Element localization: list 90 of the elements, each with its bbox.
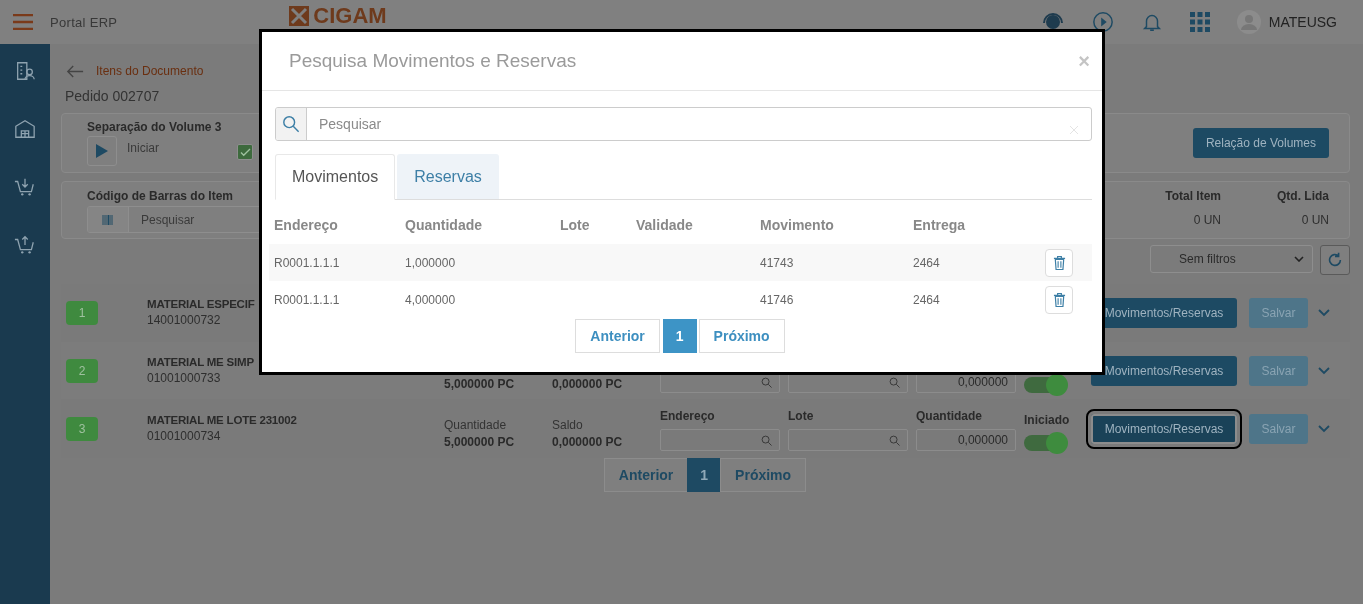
menu-icon[interactable] (13, 14, 33, 30)
table-cell: R0001.1.1.1 (274, 255, 340, 270)
checkbox[interactable] (237, 144, 253, 160)
column-header: Validade (636, 217, 694, 233)
next-button[interactable]: Próximo (698, 319, 785, 353)
item-number: 3 (66, 416, 98, 441)
table-cell: 41746 (760, 292, 794, 307)
save-button[interactable]: Salvar (1249, 355, 1308, 386)
search-icon[interactable] (761, 434, 772, 446)
field-label: Lote (788, 409, 815, 423)
table-cell: 2464 (913, 292, 940, 307)
logo-text: CIGAM (313, 5, 387, 27)
column-header: Lote (560, 217, 591, 233)
total-label: Qtd. Lida (1277, 189, 1329, 203)
tab[interactable]: Movimentos (275, 154, 396, 200)
table-cell: 41743 (760, 255, 794, 270)
delete-button[interactable] (1045, 248, 1073, 277)
table-cell: 4,000000 (405, 292, 456, 307)
barcode-icon[interactable] (102, 214, 114, 225)
apps-grid-icon[interactable] (1189, 12, 1210, 32)
barcode-label: Código de Barras do Item (87, 189, 235, 203)
volumes-button[interactable]: Relação de Volumes (1192, 128, 1329, 158)
delete-button[interactable] (1045, 285, 1073, 314)
quantity-value: 5,000000 PC (444, 435, 515, 449)
table-cell: 2464 (913, 255, 940, 270)
back-arrow-icon[interactable] (66, 64, 84, 78)
chevron-down-icon[interactable] (1318, 424, 1330, 433)
field-label: Quantidade (916, 409, 983, 423)
save-button[interactable]: Salvar (1249, 413, 1308, 444)
breadcrumb-link[interactable]: Itens do Documento (96, 64, 204, 78)
item-code: 01001000734 (147, 429, 221, 443)
total-value: 0 UN (1193, 213, 1221, 227)
total-value: 0 UN (1301, 213, 1329, 227)
trash-icon (1052, 254, 1066, 271)
trash-icon (1052, 291, 1066, 308)
item-name: MATERIAL ME LOTE 231002 (147, 414, 297, 426)
item-number: 2 (66, 358, 98, 383)
order-title: Pedido 002707 (65, 88, 161, 104)
search-icon[interactable] (761, 376, 772, 388)
tab[interactable]: Reservas (397, 154, 499, 199)
quantity-value: 5,000000 PC (444, 377, 515, 391)
lookup-field[interactable] (660, 429, 780, 451)
refresh-icon (1326, 251, 1344, 269)
search-icon[interactable] (889, 376, 900, 388)
chevron-down-icon[interactable] (1318, 308, 1330, 317)
movements-button[interactable]: Movimentos/Reservas (1091, 355, 1237, 386)
item-name: MATERIAL ESPECIF (147, 298, 255, 310)
user-name[interactable]: MATEUSG (1268, 14, 1337, 30)
start-label: Iniciar (127, 141, 159, 155)
item-name: MATERIAL ME SIMP (147, 356, 254, 368)
dialog-title: Pesquisa Movimentos e Reservas (289, 50, 577, 72)
next-button[interactable]: Próximo (720, 458, 807, 492)
chevron-down-icon[interactable] (1318, 366, 1330, 375)
column-header: Movimento (760, 217, 835, 233)
search-icon[interactable] (889, 434, 900, 446)
page-button[interactable]: 1 (662, 319, 697, 353)
balance-value: 0,000000 PC (552, 435, 623, 449)
volume-title: Separação do Volume 3 (87, 120, 223, 134)
lookup-field[interactable] (788, 429, 908, 451)
previous-button[interactable]: Anterior (603, 458, 689, 492)
item-number: 1 (66, 300, 98, 325)
status-label: Iniciado (1024, 413, 1070, 427)
table-cell: 1,000000 (405, 255, 456, 270)
item-code: 01001000733 (147, 371, 221, 385)
table-cell: R0001.1.1.1 (274, 292, 340, 307)
previous-button[interactable]: Anterior (575, 319, 660, 353)
play-circle-icon[interactable] (1091, 11, 1114, 33)
save-button[interactable]: Salvar (1249, 297, 1308, 328)
item-code: 14001000732 (147, 313, 221, 327)
building-icon[interactable] (14, 60, 36, 82)
total-label: Total Item (1165, 189, 1221, 203)
column-header: Quantidade (405, 217, 483, 233)
column-header: Entrega (913, 217, 967, 233)
warehouse-icon[interactable] (14, 118, 36, 140)
balance-label: Saldo (552, 418, 583, 432)
app-title: Portal ERP (50, 14, 118, 30)
play-icon (96, 144, 108, 158)
play-button[interactable] (87, 136, 117, 166)
filter-dropdown[interactable]: Sem filtros (1150, 245, 1313, 273)
check-icon (239, 147, 251, 157)
page-button[interactable]: 1 (687, 458, 722, 492)
cart-up-icon[interactable] (14, 234, 36, 256)
quantity-field[interactable]: 0,000000 (916, 429, 1016, 451)
logo-icon (289, 6, 310, 26)
quantity-label: Quantidade (444, 418, 507, 432)
refresh-button[interactable] (1320, 245, 1350, 275)
cart-down-icon[interactable] (14, 176, 36, 198)
balance-value: 0,000000 PC (552, 377, 623, 391)
caret-icon (1294, 256, 1304, 262)
field-label: Endereço (660, 409, 716, 423)
